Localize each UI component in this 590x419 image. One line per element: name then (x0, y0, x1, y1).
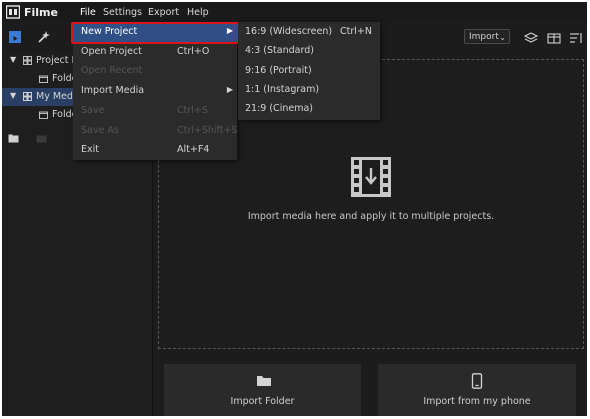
folder-icon (257, 376, 271, 386)
menu-item-save-as: Save As Ctrl+Shift+S (73, 122, 237, 141)
menu-settings[interactable]: Settings (103, 7, 142, 18)
menu-item-label: Save As (81, 125, 119, 136)
menu-item-label: Exit (81, 144, 99, 155)
phone-icon (471, 373, 483, 389)
submenu-item-instagram[interactable]: 1:1 (Instagram) (238, 81, 380, 100)
submenu-item-label: 4:3 (Standard) (245, 45, 314, 56)
menu-item-shortcut: Ctrl+Shift+S (177, 125, 238, 136)
submenu-item-label: 16:9 (Widescreen) (245, 26, 333, 37)
tree-item-label: Project I (36, 55, 75, 66)
import-from-phone-button[interactable]: Import from my phone (378, 364, 576, 416)
import-folder-label: Import Folder (230, 396, 295, 407)
new-project-submenu: 16:9 (Widescreen) Ctrl+N 4:3 (Standard) … (238, 22, 380, 120)
tree-item-label: My Med (36, 91, 73, 102)
submenu-item-widescreen[interactable]: 16:9 (Widescreen) Ctrl+N (238, 23, 380, 42)
menu-item-shortcut: Ctrl+O (177, 46, 210, 57)
import-from-phone-label: Import from my phone (423, 396, 531, 407)
highlight-box (71, 22, 239, 44)
menu-item-label: Open Project (81, 46, 142, 57)
menu-item-label: Import Media (81, 85, 145, 96)
menu-item-open-recent: Open Recent (73, 62, 237, 81)
media-tab-icon[interactable] (8, 30, 22, 44)
title-bar: Filme File Settings Export Help (2, 2, 587, 22)
add-folder-icon[interactable] (8, 134, 19, 143)
submenu-item-cinema[interactable]: 21:9 (Cinema) (238, 100, 380, 119)
folder-icon (39, 111, 48, 119)
menu-item-label: Open Recent (81, 65, 143, 76)
menu-export[interactable]: Export (148, 7, 179, 18)
app-window: Filme File Settings Export Help Import ⌄… (2, 2, 587, 416)
submenu-item-standard[interactable]: 4:3 (Standard) (238, 42, 380, 61)
menu-help[interactable]: Help (187, 7, 209, 18)
import-folder-button[interactable]: Import Folder (164, 364, 361, 416)
import-dropdown[interactable]: Import ⌄ (464, 29, 510, 44)
menu-item-import-media[interactable]: Import Media ▶ (73, 82, 237, 101)
grid-folder-icon (23, 92, 32, 101)
menu-item-exit[interactable]: Exit Alt+F4 (73, 141, 237, 160)
submenu-item-portrait[interactable]: 9:16 (Portrait) (238, 62, 380, 81)
menu-item-label: Save (81, 105, 105, 116)
sort-icon[interactable] (569, 31, 583, 45)
submenu-item-label: 21:9 (Cinema) (245, 103, 313, 114)
submenu-item-label: 9:16 (Portrait) (245, 65, 312, 76)
menu-file[interactable]: File (80, 7, 96, 18)
grid-view-icon[interactable] (547, 31, 561, 45)
menu-item-save: Save Ctrl+S (73, 102, 237, 121)
app-name: Filme (24, 6, 58, 19)
submenu-item-label: 1:1 (Instagram) (245, 84, 320, 95)
menu-item-shortcut: Ctrl+S (177, 105, 208, 116)
drop-zone-hint: Import media here and apply it to multip… (247, 211, 495, 222)
submenu-item-shortcut: Ctrl+N (340, 26, 372, 37)
filme-logo-icon (6, 5, 20, 19)
delete-folder-icon (36, 135, 47, 143)
expand-arrow-icon[interactable]: ▼ (10, 55, 16, 64)
layers-icon[interactable] (524, 31, 538, 45)
effects-tab-icon[interactable] (37, 30, 51, 44)
expand-arrow-icon[interactable]: ▼ (10, 91, 16, 100)
import-dropdown-label: Import (469, 32, 499, 42)
import-media-icon (351, 157, 391, 197)
grid-folder-icon (23, 56, 32, 65)
menu-item-shortcut: Alt+F4 (177, 144, 210, 155)
chevron-down-icon: ⌄ (499, 33, 506, 42)
submenu-arrow-icon: ▶ (226, 85, 233, 94)
folder-icon (39, 75, 48, 83)
menu-item-open-project[interactable]: Open Project Ctrl+O (73, 43, 237, 62)
